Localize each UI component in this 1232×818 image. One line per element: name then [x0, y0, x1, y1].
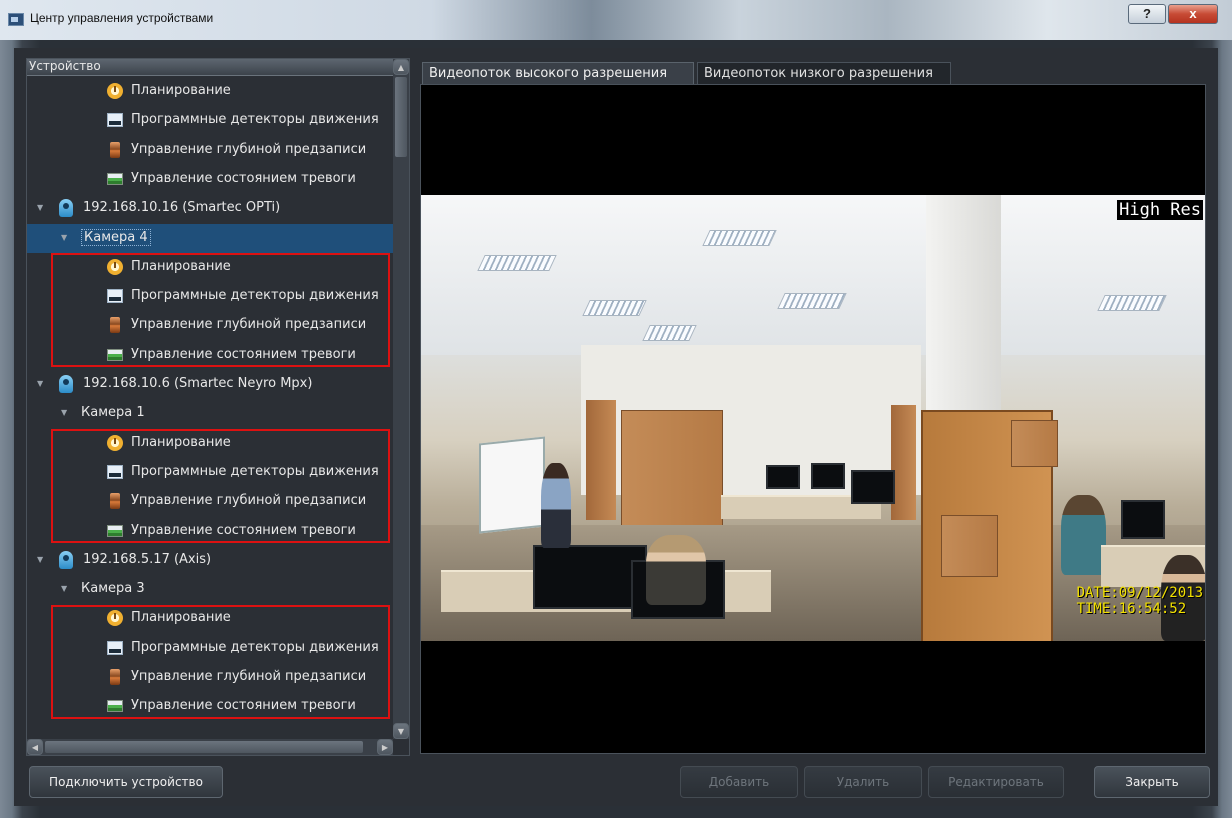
tree-device-node[interactable]: ▼ 192.168.10.16 (Smartec OPTi) — [27, 194, 393, 223]
tree-item-label: Управление состоянием тревоги — [131, 170, 356, 186]
alarm-icon — [107, 172, 123, 185]
tree-header[interactable]: Устройство — [27, 59, 393, 76]
highlight-box-camera4 — [51, 253, 390, 367]
scroll-up-arrow-icon[interactable]: ▲ — [393, 59, 409, 75]
timestamp-overlay: DATE:09/12/2013 TIME:16:54:52 — [1077, 585, 1203, 617]
tree-camera-node[interactable]: ▼ Камера 4 — [27, 223, 393, 253]
tree-item-label: 192.168.5.17 (Axis) — [83, 551, 212, 567]
close-button[interactable]: Закрыть — [1094, 766, 1210, 798]
expand-arrow-icon[interactable]: ▼ — [61, 584, 67, 593]
time-overlay: TIME:16:54:52 — [1076, 601, 1187, 617]
connect-device-button[interactable]: Подключить устройство — [29, 766, 223, 798]
tree-task-item[interactable]: Планирование — [27, 77, 393, 106]
expand-arrow-icon[interactable]: ▼ — [37, 555, 43, 564]
tree-header-label: Устройство — [29, 59, 101, 73]
expand-arrow-icon[interactable]: ▼ — [61, 233, 67, 242]
tree-camera-node[interactable]: ▼ Камера 1 — [27, 399, 393, 428]
scroll-down-arrow-icon[interactable]: ▼ — [393, 723, 409, 739]
clock-icon — [107, 83, 123, 99]
expand-arrow-icon[interactable]: ▼ — [37, 379, 43, 388]
tree-item-label: Камера 4 — [81, 228, 151, 246]
tree-item-label: 192.168.10.6 (Smartec Neyro Mpx) — [83, 376, 313, 391]
highlight-box-camera3 — [51, 605, 390, 719]
tree-device-node[interactable]: ▼ 192.168.5.17 (Axis) — [27, 546, 393, 575]
tab-low-res[interactable]: Видеопоток низкого разрешения — [697, 62, 951, 84]
resolution-overlay: High Res — [1117, 200, 1203, 220]
video-view: High Res DATE:09/12/2013 TIME:16:54:52 — [420, 84, 1206, 754]
expand-arrow-icon[interactable]: ▼ — [37, 203, 43, 212]
edit-button[interactable]: Редактировать — [928, 766, 1064, 798]
title-bar: Центр управления устройствами ? x — [0, 0, 1232, 40]
close-window-button[interactable]: x — [1168, 4, 1218, 24]
scroll-right-arrow-icon[interactable]: ▶ — [377, 739, 393, 755]
tree-horizontal-scrollbar[interactable]: ◀ ▶ — [27, 739, 393, 755]
hourglass-icon — [110, 141, 120, 158]
tree-item-label: Планирование — [131, 83, 231, 98]
tree-item-label: Программные детекторы движения — [131, 112, 379, 128]
vertical-scroll-thumb[interactable] — [395, 77, 407, 157]
tree-item-label: Камера 3 — [81, 581, 145, 597]
window-title: Центр управления устройствами — [30, 11, 214, 25]
tab-high-res[interactable]: Видеопоток высокого разрешения — [422, 62, 694, 84]
scroll-left-arrow-icon[interactable]: ◀ — [27, 739, 43, 755]
tree-item-label: Управление глубиной предзаписи — [131, 141, 367, 157]
tree-task-item[interactable]: Управление глубиной предзаписи — [27, 136, 393, 165]
device-tree[interactable]: Устройство Планирование Программные детек… — [26, 58, 410, 756]
tree-item-label: Камера 1 — [81, 405, 145, 421]
camera-frame-image — [421, 195, 1205, 641]
app-icon — [8, 13, 24, 26]
horizontal-scroll-thumb[interactable] — [45, 741, 363, 753]
highlight-box-camera1 — [51, 429, 390, 543]
tree-camera-node[interactable]: ▼ Камера 3 — [27, 575, 393, 604]
monitor-icon — [107, 113, 123, 128]
delete-button[interactable]: Удалить — [804, 766, 922, 798]
camera-icon — [59, 550, 73, 569]
tree-task-item[interactable]: Управление состоянием тревоги — [27, 165, 393, 194]
expand-arrow-icon[interactable]: ▼ — [61, 408, 67, 417]
date-overlay: DATE:09/12/2013 — [1076, 585, 1203, 601]
tree-device-node[interactable]: ▼ 192.168.10.6 (Smartec Neyro Mpx) — [27, 370, 393, 399]
tree-item-label: 192.168.10.16 (Smartec OPTi) — [83, 200, 281, 216]
camera-icon — [59, 199, 73, 218]
tree-vertical-scrollbar[interactable]: ▲ ▼ — [393, 59, 409, 739]
help-button[interactable]: ? — [1128, 4, 1166, 24]
tree-task-item[interactable]: Программные детекторы движения — [27, 106, 393, 135]
camera-icon — [59, 375, 73, 393]
add-button[interactable]: Добавить — [680, 766, 798, 798]
